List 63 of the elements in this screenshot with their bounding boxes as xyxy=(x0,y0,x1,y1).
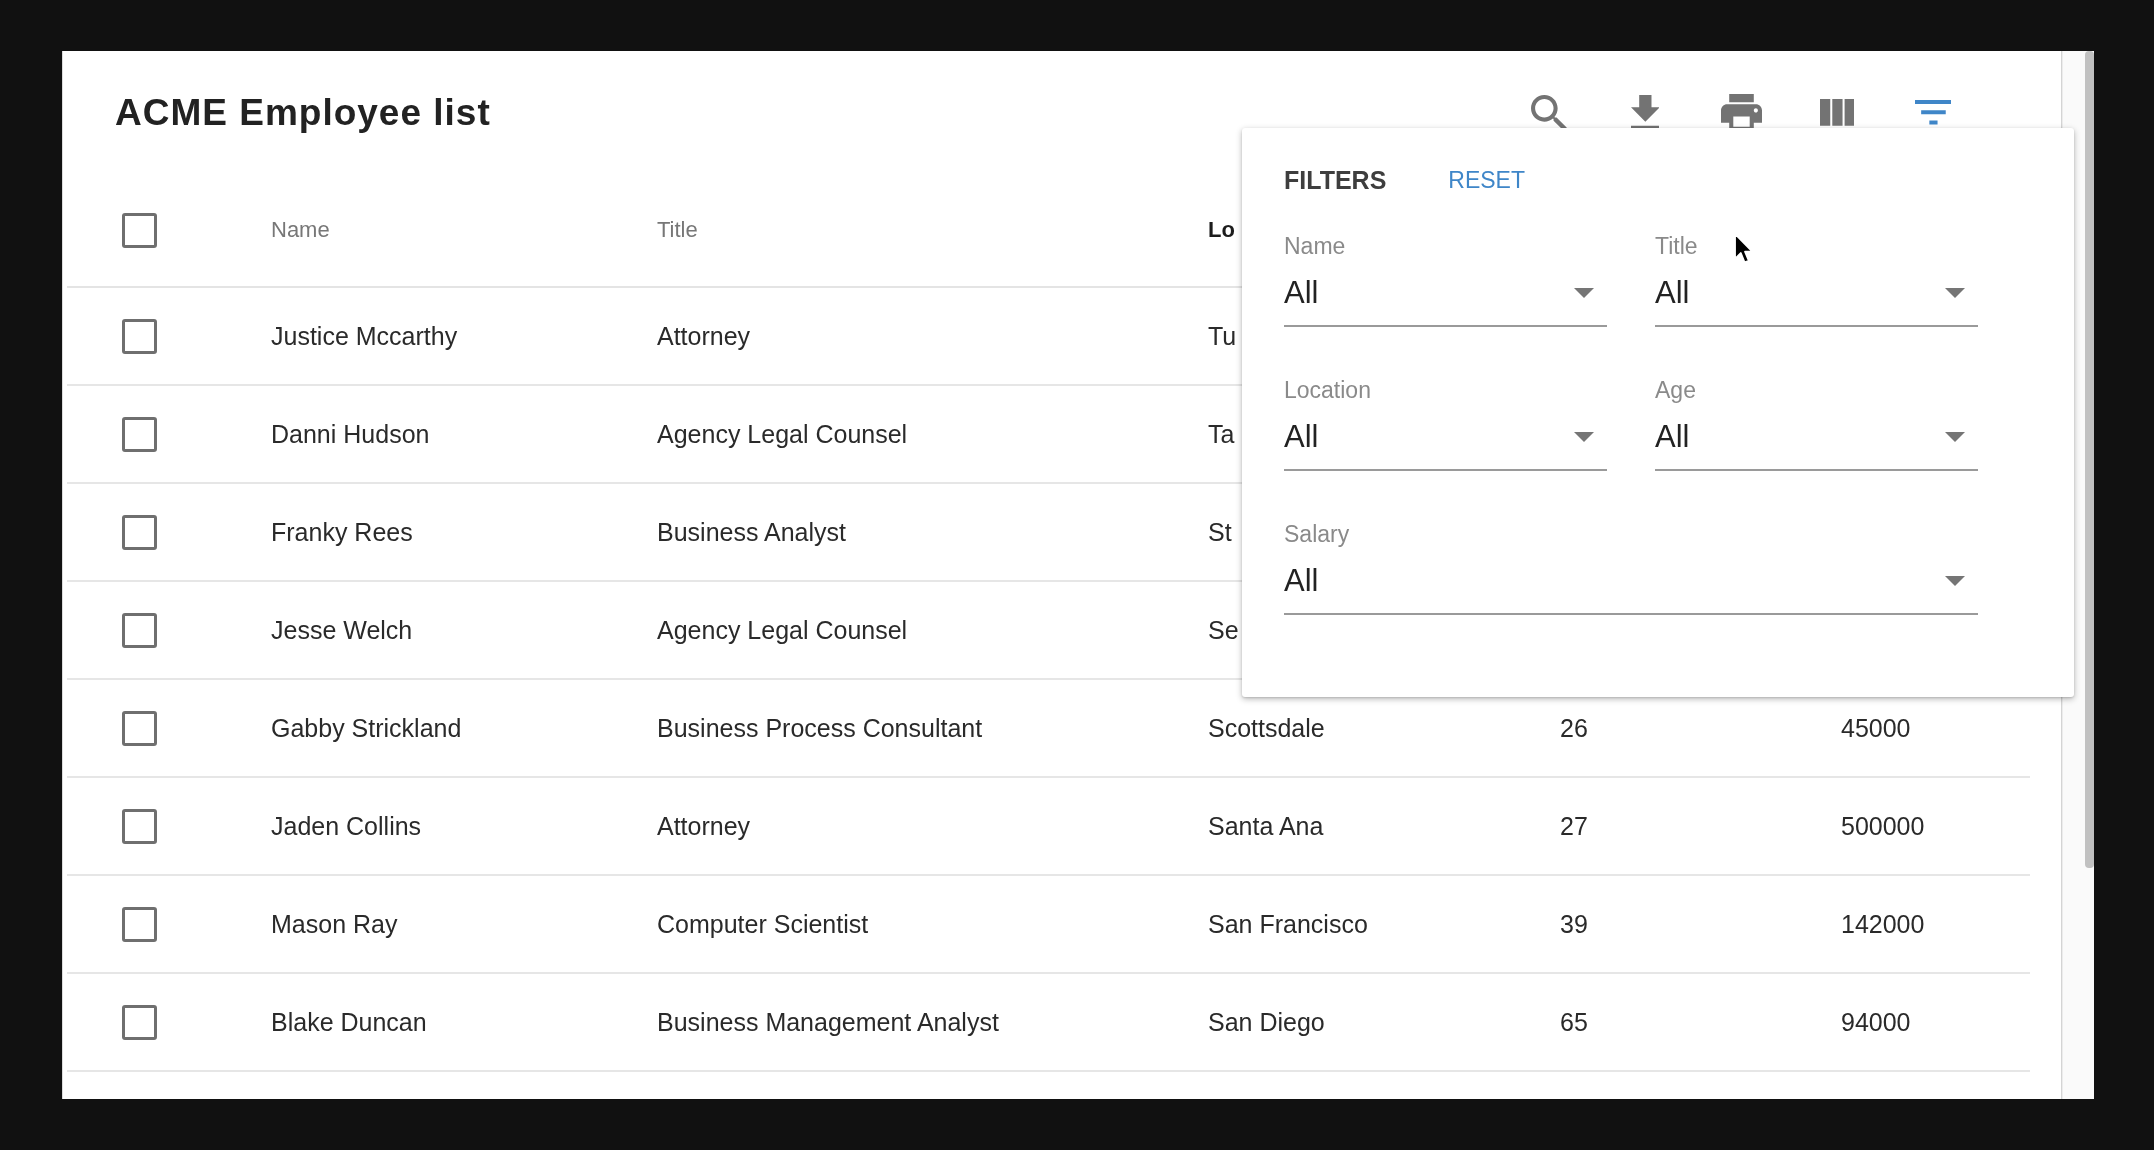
field-label: Location xyxy=(1284,376,1371,404)
dropdown-field[interactable]: All xyxy=(1655,404,1978,471)
field-label: Age xyxy=(1655,376,1696,404)
checkbox[interactable] xyxy=(122,808,157,844)
table-cell: Agency Legal Counsel xyxy=(657,419,908,449)
table-cell: Jaden Collins xyxy=(271,811,422,841)
reset-button[interactable]: RESET xyxy=(1448,166,1525,194)
dropdown-arrow-icon xyxy=(1574,287,1594,298)
table-cell: 26 xyxy=(1560,713,1588,743)
dropdown-field[interactable]: All xyxy=(1284,260,1607,327)
table-cell: St xyxy=(1208,517,1232,547)
field-label: Title xyxy=(1655,232,1698,260)
table-cell: Mason Ray xyxy=(271,909,398,939)
table-cell: Gabby Strickland xyxy=(271,713,462,743)
dropdown-arrow-icon xyxy=(1945,575,1965,586)
table-cell: Se xyxy=(1208,615,1239,645)
table-cell: San Francisco xyxy=(1208,909,1368,939)
table-cell: 27 xyxy=(1560,811,1588,841)
table-cell: Ta xyxy=(1208,419,1235,449)
dropdown-field[interactable]: All xyxy=(1284,548,1978,615)
checkbox[interactable] xyxy=(122,514,157,550)
table-cell: San Diego xyxy=(1208,1007,1325,1037)
checkbox[interactable] xyxy=(122,1004,157,1040)
table-cell: 94000 xyxy=(1841,1007,1911,1037)
table-cell: Business Analyst xyxy=(657,517,846,547)
checkbox[interactable] xyxy=(122,612,157,648)
column-header[interactable]: Lo xyxy=(1208,217,1235,243)
field-label: Salary xyxy=(1284,520,1350,548)
table-cell: Blake Duncan xyxy=(271,1007,427,1037)
table-cell: Attorney xyxy=(657,321,751,351)
dropdown-arrow-icon xyxy=(1945,431,1965,442)
table-cell: 39 xyxy=(1560,909,1588,939)
scrollbar-thumb[interactable] xyxy=(2085,51,2094,868)
dropdown-field[interactable]: All xyxy=(1655,260,1978,327)
table-cell: Jesse Welch xyxy=(271,615,413,645)
table-cell: 45000 xyxy=(1841,713,1911,743)
dropdown-field[interactable]: All xyxy=(1284,404,1607,471)
page-title: ACME Employee list xyxy=(115,91,491,134)
column-header[interactable]: Name xyxy=(271,217,330,243)
table-cell: Scottsdale xyxy=(1208,713,1325,743)
dropdown-arrow-icon xyxy=(1945,287,1965,298)
table-cell: Agency Legal Counsel xyxy=(657,615,908,645)
table-cell: Computer Scientist xyxy=(657,909,869,939)
table-cell: 65 xyxy=(1560,1007,1588,1037)
table-cell: Tu xyxy=(1208,321,1237,351)
dropdown-arrow-icon xyxy=(1574,431,1594,442)
table-cell: Business Management Analyst xyxy=(657,1007,999,1037)
checkbox[interactable] xyxy=(122,416,157,452)
table-cell: 500000 xyxy=(1841,811,1925,841)
checkbox[interactable] xyxy=(122,906,157,942)
checkbox[interactable] xyxy=(122,212,157,248)
table-cell: Danni Hudson xyxy=(271,419,430,449)
table-cell: Business Process Consultant xyxy=(657,713,983,743)
table-cell: Justice Mccarthy xyxy=(271,321,458,351)
table-cell: Franky Rees xyxy=(271,517,413,547)
table-cell: Attorney xyxy=(657,811,751,841)
table-cell: Santa Ana xyxy=(1208,811,1324,841)
field-label: Name xyxy=(1284,232,1346,260)
column-header[interactable]: Title xyxy=(657,217,698,243)
table-cell: 142000 xyxy=(1841,909,1925,939)
checkbox[interactable] xyxy=(122,318,157,354)
checkbox[interactable] xyxy=(122,710,157,746)
filters-heading: FILTERS xyxy=(1284,165,1387,195)
